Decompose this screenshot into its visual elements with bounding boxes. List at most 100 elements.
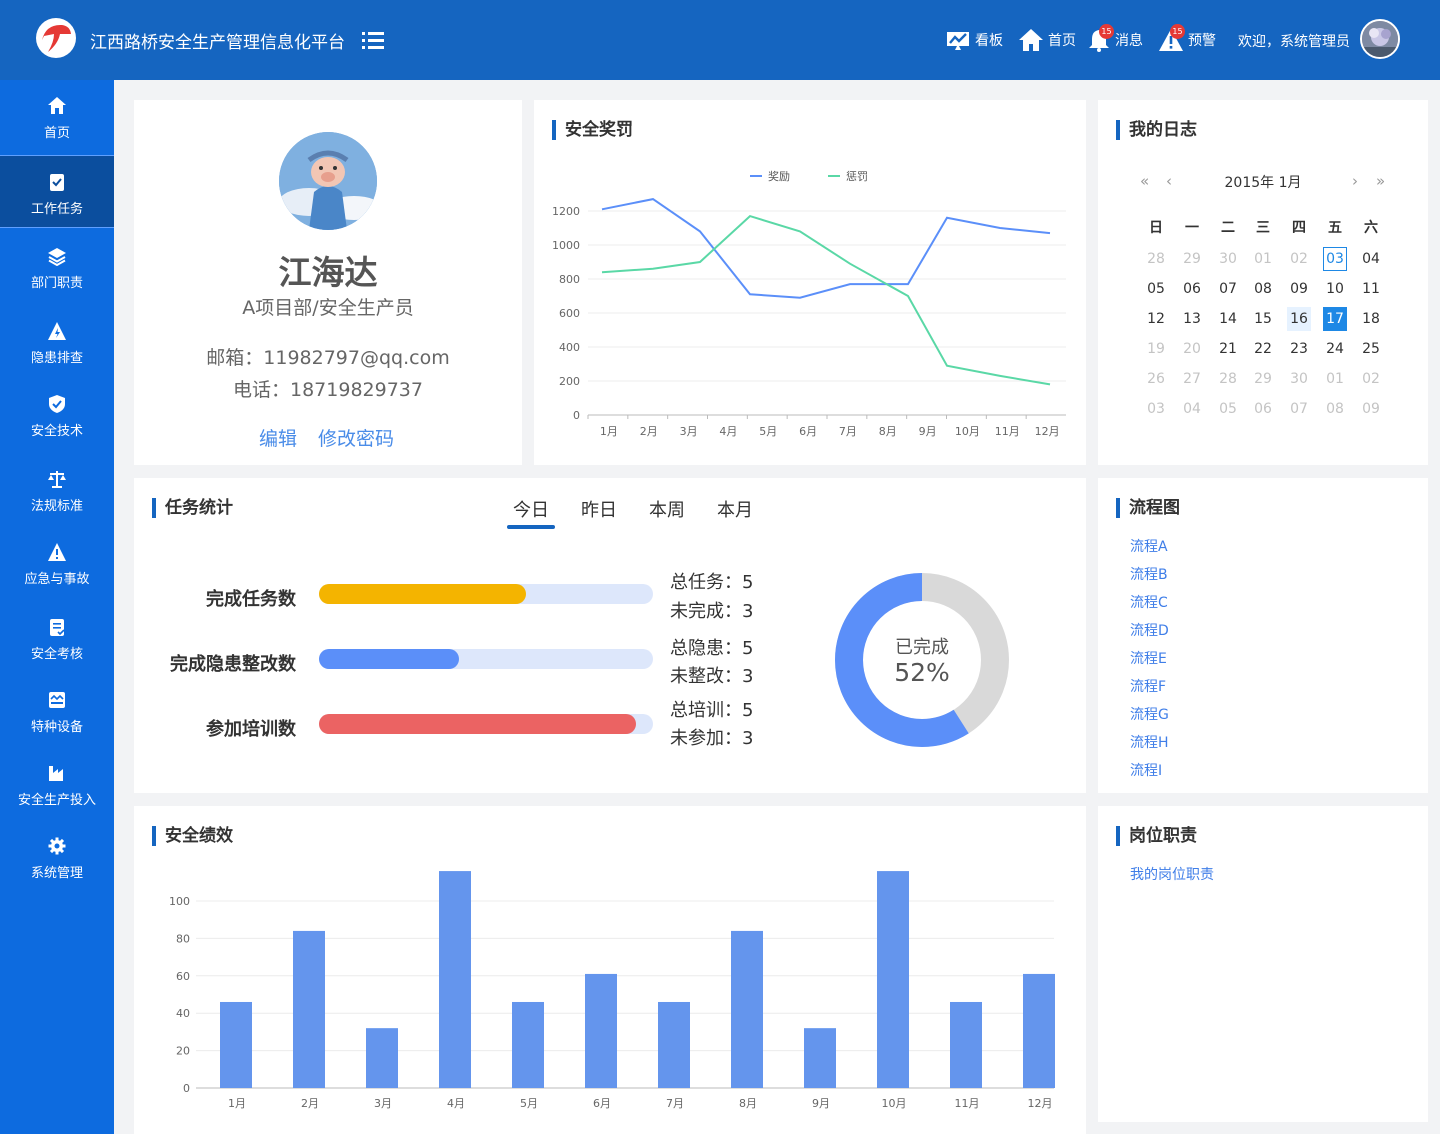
calendar-day[interactable]: 07: [1216, 277, 1240, 301]
sidebar-item-system[interactable]: 系统管理: [0, 820, 114, 893]
sidebar-item-hazard[interactable]: 隐患排查: [0, 305, 114, 378]
sidebar-item-label: 特种设备: [30, 720, 83, 735]
y-tick-label: 1200: [552, 205, 580, 218]
calendar-day[interactable]: 04: [1180, 397, 1204, 421]
flow-link-d[interactable]: 流程D: [1130, 620, 1169, 640]
sidebar-item-label: 法规标准: [30, 499, 83, 514]
profile-phone: 电话：18719829737: [233, 379, 423, 401]
calendar-day[interactable]: 30: [1287, 367, 1311, 391]
calendar-day[interactable]: 24: [1323, 337, 1347, 361]
calendar-day[interactable]: 25: [1359, 337, 1383, 361]
training-pending: 未参加：3: [670, 728, 754, 749]
nav-messages[interactable]: 15 消息: [1087, 24, 1143, 54]
calendar-day[interactable]: 10: [1323, 277, 1347, 301]
sidebar-item-emergency[interactable]: 应急与事故: [0, 526, 114, 599]
nav-home[interactable]: 首页: [1018, 26, 1076, 54]
calendar-day[interactable]: 05: [1144, 277, 1168, 301]
sidebar-item-home[interactable]: 首页: [0, 80, 114, 153]
top-header: 江西路桥安全生产管理信息化平台 看板 首页 15 消息 15 预警 欢迎，系统管…: [0, 0, 1440, 80]
calendar-header: « ‹ 2015年 1月 › »: [1098, 172, 1428, 192]
sidebar-item-label: 工作任务: [30, 202, 83, 217]
calendar-day[interactable]: 29: [1251, 367, 1275, 391]
calendar-day[interactable]: 03: [1323, 247, 1347, 271]
x-tick-label: 8月: [739, 1097, 757, 1110]
x-tick-label: 4月: [447, 1097, 465, 1110]
change-password-link[interactable]: 修改密码: [318, 424, 394, 451]
next-month-icon[interactable]: ›: [1352, 172, 1358, 190]
calendar-day[interactable]: 18: [1359, 307, 1383, 331]
calendar-day[interactable]: 13: [1180, 307, 1204, 331]
calendar-day[interactable]: 28: [1144, 247, 1168, 271]
calendar-day[interactable]: 08: [1251, 277, 1275, 301]
calendar-day[interactable]: 03: [1144, 397, 1168, 421]
calendar-day[interactable]: 12: [1144, 307, 1168, 331]
sidebar-item-equipment[interactable]: 特种设备: [0, 674, 114, 747]
bar: [220, 1001, 252, 1088]
calendar-day[interactable]: 06: [1251, 397, 1275, 421]
tab-yesterday[interactable]: 昨日: [581, 496, 617, 522]
calendar-day[interactable]: 29: [1180, 247, 1204, 271]
calendar-day[interactable]: 22: [1251, 337, 1275, 361]
y-tick-label: 1000: [552, 239, 580, 252]
calendar-day[interactable]: 20: [1180, 337, 1204, 361]
sidebar-item-technology[interactable]: 安全技术: [0, 378, 114, 451]
flow-link-h[interactable]: 流程H: [1130, 732, 1169, 752]
calendar-day[interactable]: 16: [1287, 307, 1311, 331]
diary-title: 我的日志: [1116, 120, 1197, 140]
flow-card: 流程图 流程A 流程B 流程C 流程D 流程E 流程F 流程G 流程H 流程I: [1098, 478, 1428, 793]
calendar-day[interactable]: 04: [1359, 247, 1383, 271]
calendar-day[interactable]: 15: [1251, 307, 1275, 331]
tab-week[interactable]: 本周: [649, 496, 685, 522]
sidebar-item-assessment[interactable]: 安全考核: [0, 601, 114, 674]
tab-today[interactable]: 今日: [513, 496, 549, 522]
sidebar-item-department[interactable]: 部门职责: [0, 230, 114, 303]
calendar-day[interactable]: 19: [1144, 337, 1168, 361]
calendar-day[interactable]: 14: [1216, 307, 1240, 331]
flow-link-i[interactable]: 流程I: [1130, 760, 1162, 780]
sidebar-item-label: 安全技术: [30, 424, 83, 439]
calendar-day[interactable]: 06: [1180, 277, 1204, 301]
flow-link-f[interactable]: 流程F: [1130, 676, 1166, 696]
menu-toggle-icon[interactable]: [362, 30, 386, 50]
flow-link-g[interactable]: 流程G: [1130, 704, 1169, 724]
calendar-day[interactable]: 30: [1216, 247, 1240, 271]
calendar-day[interactable]: 09: [1287, 277, 1311, 301]
calendar-day[interactable]: 09: [1359, 397, 1383, 421]
flow-link-b[interactable]: 流程B: [1130, 564, 1168, 584]
calendar-day[interactable]: 01: [1251, 247, 1275, 271]
profile-department: A项目部/安全生产员: [242, 297, 414, 319]
x-tick-label: 4月: [719, 425, 737, 438]
calendar-day[interactable]: 05: [1216, 397, 1240, 421]
calendar-day[interactable]: 27: [1180, 367, 1204, 391]
next-year-icon[interactable]: »: [1376, 172, 1385, 190]
calendar-day[interactable]: 08: [1323, 397, 1347, 421]
nav-dashboard[interactable]: 看板: [945, 26, 1003, 54]
sidebar-item-regulations[interactable]: 法规标准: [0, 453, 114, 526]
calendar-day[interactable]: 01: [1323, 367, 1347, 391]
equipment-icon: [49, 692, 65, 708]
bar: [512, 1001, 544, 1088]
calendar-day[interactable]: 02: [1359, 367, 1383, 391]
x-tick-label: 2月: [301, 1097, 319, 1110]
flow-link-a[interactable]: 流程A: [1130, 536, 1168, 556]
my-duty-link[interactable]: 我的岗位职责: [1130, 864, 1214, 884]
sidebar-item-label: 应急与事故: [24, 572, 90, 587]
y-tick-label: 0: [183, 1082, 190, 1095]
flow-link-c[interactable]: 流程C: [1130, 592, 1168, 612]
calendar-day[interactable]: 02: [1287, 247, 1311, 271]
nav-alerts[interactable]: 15 预警: [1158, 24, 1216, 54]
calendar-day[interactable]: 17: [1323, 307, 1347, 331]
calendar-day[interactable]: 26: [1144, 367, 1168, 391]
series-line-1: [601, 214, 1051, 386]
calendar-day[interactable]: 23: [1287, 337, 1311, 361]
calendar-day[interactable]: 28: [1216, 367, 1240, 391]
calendar-day[interactable]: 21: [1216, 337, 1240, 361]
calendar-day[interactable]: 11: [1359, 277, 1383, 301]
user-avatar[interactable]: [1360, 19, 1400, 59]
edit-profile-link[interactable]: 编辑: [259, 424, 297, 451]
sidebar-item-tasks[interactable]: 工作任务: [0, 155, 114, 228]
flow-link-e[interactable]: 流程E: [1130, 648, 1167, 668]
calendar-day[interactable]: 07: [1287, 397, 1311, 421]
tab-month[interactable]: 本月: [717, 496, 753, 522]
sidebar-item-investment[interactable]: 安全生产投入: [0, 747, 114, 820]
